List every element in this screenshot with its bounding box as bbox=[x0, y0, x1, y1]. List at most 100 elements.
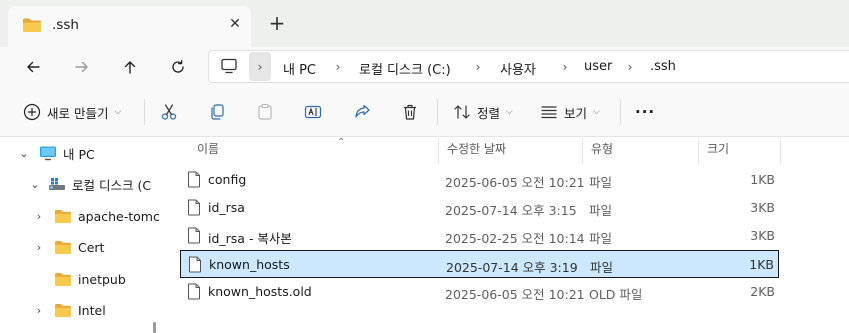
address-bar[interactable]: › 내 PC › 로컬 디스크 (C:) › 사용자 › user › .ssh bbox=[208, 50, 849, 83]
plus-circle-icon bbox=[23, 103, 41, 121]
file-icon bbox=[187, 283, 201, 303]
new-tab-button[interactable]: + bbox=[266, 12, 288, 34]
sidebar-scrollbar[interactable] bbox=[151, 138, 155, 333]
divider bbox=[620, 99, 621, 125]
forward-button[interactable] bbox=[68, 53, 96, 81]
folder-icon bbox=[54, 272, 72, 287]
trash-icon bbox=[404, 104, 416, 120]
navigation-bar: › 내 PC › 로컬 디스크 (C:) › 사용자 › user › .ssh bbox=[0, 47, 849, 87]
back-arrow-icon bbox=[27, 61, 40, 73]
file-type: 파일 bbox=[589, 175, 613, 190]
breadcrumb-user[interactable]: user bbox=[584, 59, 612, 74]
chevron-down-icon: ⌵ bbox=[114, 107, 122, 117]
sidebar-item-label: apache-tomc bbox=[78, 208, 160, 224]
refresh-icon bbox=[172, 59, 184, 73]
file-list: 이름 ⌃ 수정한 날짜 유형 크기 config 2025-06-05 오전 10… bbox=[163, 137, 849, 333]
more-options-button[interactable]: ··· bbox=[635, 99, 655, 125]
file-modified-date: 2025-07-14 오후 3:15 bbox=[445, 203, 577, 218]
file-size: 2KB bbox=[750, 284, 775, 299]
view-button[interactable]: 보기 ⌵ bbox=[540, 99, 600, 125]
column-header-name[interactable]: 이름 ⌃ bbox=[189, 137, 439, 164]
file-name: id_rsa - 복사본 bbox=[208, 231, 292, 246]
sidebar-item-inetpub[interactable]: inetpub bbox=[32, 264, 126, 294]
chevron-down-icon[interactable]: ⌄ bbox=[28, 178, 42, 191]
folder-icon bbox=[54, 209, 72, 224]
copy-button[interactable] bbox=[208, 99, 226, 125]
file-type: 파일 bbox=[589, 231, 613, 246]
file-name: known_hosts bbox=[209, 257, 290, 272]
sidebar-item-intel[interactable]: › Intel bbox=[32, 295, 106, 325]
chevron-down-icon[interactable]: ⌄ bbox=[17, 147, 31, 160]
back-button[interactable] bbox=[19, 53, 47, 81]
file-size: 1KB bbox=[749, 257, 774, 272]
new-button-label: 새로 만들기 bbox=[47, 105, 109, 121]
sort-button[interactable]: 정렬 ⌵ bbox=[453, 99, 513, 125]
file-size: 3KB bbox=[750, 228, 775, 243]
chevron-right-icon[interactable]: › bbox=[32, 304, 46, 317]
file-name: id_rsa bbox=[208, 200, 245, 215]
file-row[interactable]: config 2025-06-05 오전 10:21 파일 1KB bbox=[180, 166, 779, 194]
file-type: OLD 파일 bbox=[589, 287, 643, 302]
file-name: known_hosts.old bbox=[208, 284, 312, 299]
sidebar-item-my-pc[interactable]: ⌄ 내 PC bbox=[17, 138, 95, 168]
file-row[interactable]: known_hosts.old 2025-06-05 오전 10:21 OLD 파일… bbox=[180, 278, 779, 306]
file-icon bbox=[187, 227, 201, 247]
cut-button[interactable] bbox=[160, 99, 178, 125]
file-size: 3KB bbox=[750, 200, 775, 215]
file-icon bbox=[187, 171, 201, 191]
forward-arrow-icon bbox=[75, 61, 88, 73]
divider bbox=[144, 99, 145, 125]
file-modified-date: 2025-07-14 오후 3:19 bbox=[446, 260, 578, 275]
sidebar-item-apache-tomcat[interactable]: › apache-tomc bbox=[32, 201, 160, 231]
file-row[interactable]: known_hosts 2025-07-14 오후 3:19 파일 1KB bbox=[180, 250, 779, 278]
up-button[interactable] bbox=[116, 53, 144, 81]
sidebar-item-local-disk[interactable]: ⌄ 로컬 디스크 (C bbox=[28, 169, 151, 199]
sidebar-item-cert[interactable]: › Cert bbox=[32, 232, 105, 262]
breadcrumb-users[interactable]: 사용자 bbox=[500, 59, 536, 78]
copy-icon bbox=[211, 104, 224, 120]
view-list-icon bbox=[541, 106, 557, 119]
up-arrow-icon bbox=[124, 61, 136, 74]
divider bbox=[437, 99, 438, 125]
monitor-icon bbox=[39, 145, 57, 161]
breadcrumb-expand-chevron-icon[interactable]: › bbox=[249, 52, 271, 81]
tab-ssh[interactable]: .ssh ✕ bbox=[8, 6, 251, 47]
file-row[interactable]: id_rsa - 복사본 2025-02-25 오전 10:14 파일 3KB bbox=[180, 222, 779, 250]
view-button-label: 보기 bbox=[564, 105, 588, 121]
breadcrumb-ssh[interactable]: .ssh bbox=[650, 59, 676, 74]
breadcrumb-local-disk[interactable]: 로컬 디스크 (C:) bbox=[359, 59, 451, 78]
sidebar-item-label: 내 PC bbox=[63, 146, 95, 162]
breadcrumb-chevron-icon[interactable]: › bbox=[623, 52, 637, 81]
folder-icon bbox=[54, 240, 72, 255]
file-icon bbox=[188, 256, 202, 276]
drive-icon bbox=[48, 176, 66, 192]
breadcrumb-my-pc[interactable]: 내 PC bbox=[283, 59, 316, 78]
file-modified-date: 2025-06-05 오전 10:21 bbox=[445, 287, 585, 302]
column-header-size[interactable]: 크기 bbox=[699, 138, 781, 164]
file-modified-date: 2025-06-05 오전 10:21 bbox=[445, 175, 585, 190]
close-tab-button[interactable]: ✕ bbox=[226, 15, 244, 33]
sidebar-item-label: Cert bbox=[78, 239, 105, 255]
refresh-button[interactable] bbox=[164, 53, 192, 81]
column-header-date[interactable]: 수정한 날짜 bbox=[439, 138, 583, 164]
tab-title: .ssh bbox=[52, 17, 79, 33]
file-size: 1KB bbox=[750, 172, 775, 187]
column-header-label: 이름 bbox=[197, 142, 220, 156]
chevron-right-icon[interactable]: › bbox=[32, 210, 46, 223]
breadcrumb-chevron-icon[interactable]: › bbox=[558, 52, 572, 81]
tab-strip: .ssh ✕ + bbox=[0, 0, 849, 47]
sidebar-item-label: 로컬 디스크 (C bbox=[72, 177, 152, 193]
file-row[interactable]: id_rsa 2025-07-14 오후 3:15 파일 3KB bbox=[180, 194, 779, 222]
command-bar: 새로 만들기 ⌵ 정렬 ⌵ 보기 ⌵ ··· bbox=[0, 87, 849, 137]
rename-button[interactable] bbox=[304, 99, 322, 125]
new-button[interactable]: 새로 만들기 ⌵ bbox=[23, 99, 121, 125]
column-header-type[interactable]: 유형 bbox=[583, 138, 699, 164]
sidebar-scrollbar-thumb[interactable] bbox=[153, 322, 156, 333]
column-divider[interactable] bbox=[780, 138, 781, 164]
delete-button[interactable] bbox=[401, 99, 419, 125]
breadcrumb-chevron-icon[interactable]: › bbox=[331, 52, 345, 81]
breadcrumb-chevron-icon[interactable]: › bbox=[471, 52, 485, 81]
share-button[interactable] bbox=[353, 99, 371, 125]
paste-button[interactable] bbox=[256, 99, 274, 125]
chevron-right-icon[interactable]: › bbox=[32, 241, 46, 254]
